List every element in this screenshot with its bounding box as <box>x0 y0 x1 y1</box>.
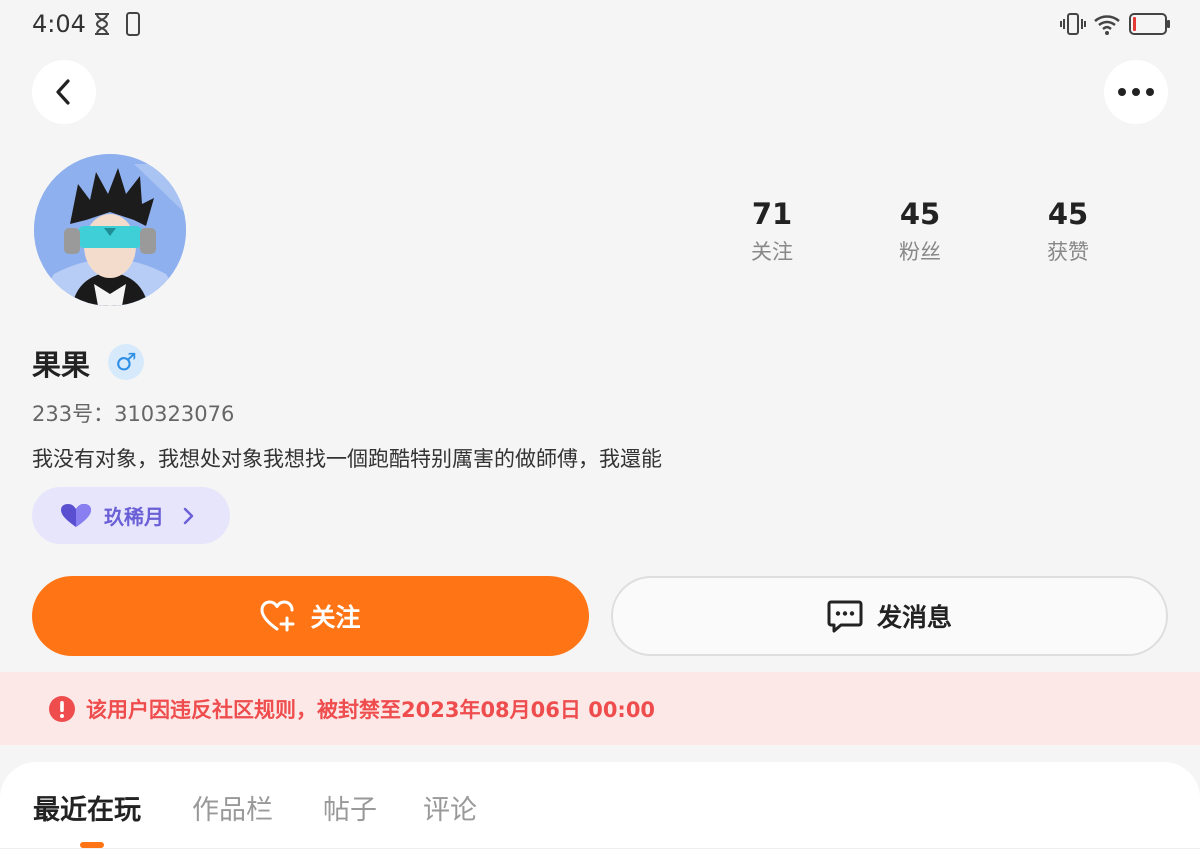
more-dots-icon <box>1118 88 1154 96</box>
ban-notice-text: 该用户因违反社区规则，被封禁至2023年08月06日 00:00 <box>86 697 656 722</box>
tabs-divider <box>0 848 1200 849</box>
stat-followers-count: 45 <box>899 197 941 231</box>
wifi-icon <box>1094 15 1120 35</box>
tab-posts[interactable]: 帖子 <box>323 788 377 827</box>
vibrate-icon <box>1060 13 1086 35</box>
tab-comments[interactable]: 评论 <box>423 788 477 827</box>
chevron-right-icon <box>183 507 194 524</box>
stat-following-label: 关注 <box>751 240 793 264</box>
username: 果果 <box>32 348 91 382</box>
gender-male-icon: ♂ <box>108 344 144 380</box>
user-id[interactable]: 233号：310323076 <box>32 398 234 428</box>
message-button-label: 发消息 <box>876 603 952 632</box>
ban-notice-banner: 该用户因违反社区规则，被封禁至2023年08月06日 00:00 <box>0 672 1200 745</box>
avatar[interactable] <box>34 154 186 306</box>
stat-followers-label: 粉丝 <box>899 240 941 264</box>
stat-likes-label: 获赞 <box>1047 240 1089 264</box>
tab-recently-played[interactable]: 最近在玩 <box>33 788 141 827</box>
chat-bubble-icon <box>827 600 863 633</box>
profile-page: 4:04 71 关注 45 粉丝 45 获赞 果果 ♂ 233号：3103230… <box>0 0 1200 868</box>
content-tabs-panel: 最近在玩 作品栏 帖子 评论 <box>0 762 1200 868</box>
heart-plus-icon <box>260 600 295 632</box>
stat-following-count: 71 <box>751 197 793 231</box>
more-options-button[interactable] <box>1104 60 1168 124</box>
message-button[interactable]: 发消息 <box>611 576 1168 656</box>
tab-works[interactable]: 作品栏 <box>192 788 273 827</box>
stat-likes[interactable]: 45 获赞 <box>1008 196 1128 266</box>
avatar-image <box>34 154 186 306</box>
stat-following[interactable]: 71 关注 <box>712 196 832 266</box>
guild-name: 玖稀月 <box>104 505 164 529</box>
follow-button-label: 关注 <box>310 603 361 632</box>
heart-icon <box>61 503 91 527</box>
chevron-left-icon <box>56 79 70 105</box>
hourglass-icon <box>95 13 109 35</box>
status-time: 4:04 <box>32 10 86 38</box>
back-button[interactable] <box>32 60 96 124</box>
follow-button[interactable]: 关注 <box>32 576 589 656</box>
stat-followers[interactable]: 45 粉丝 <box>860 196 980 266</box>
status-bar: 4:04 <box>0 0 1200 50</box>
guild-chip[interactable]: 玖稀月 <box>32 487 230 544</box>
alert-icon <box>49 695 75 722</box>
stat-likes-count: 45 <box>1047 197 1089 231</box>
battery-icon <box>1129 13 1170 35</box>
bio-text: 我没有对象，我想处对象我想找一個跑酷特别厲害的做師傅，我還能 <box>32 447 662 471</box>
phone-icon <box>126 12 140 36</box>
